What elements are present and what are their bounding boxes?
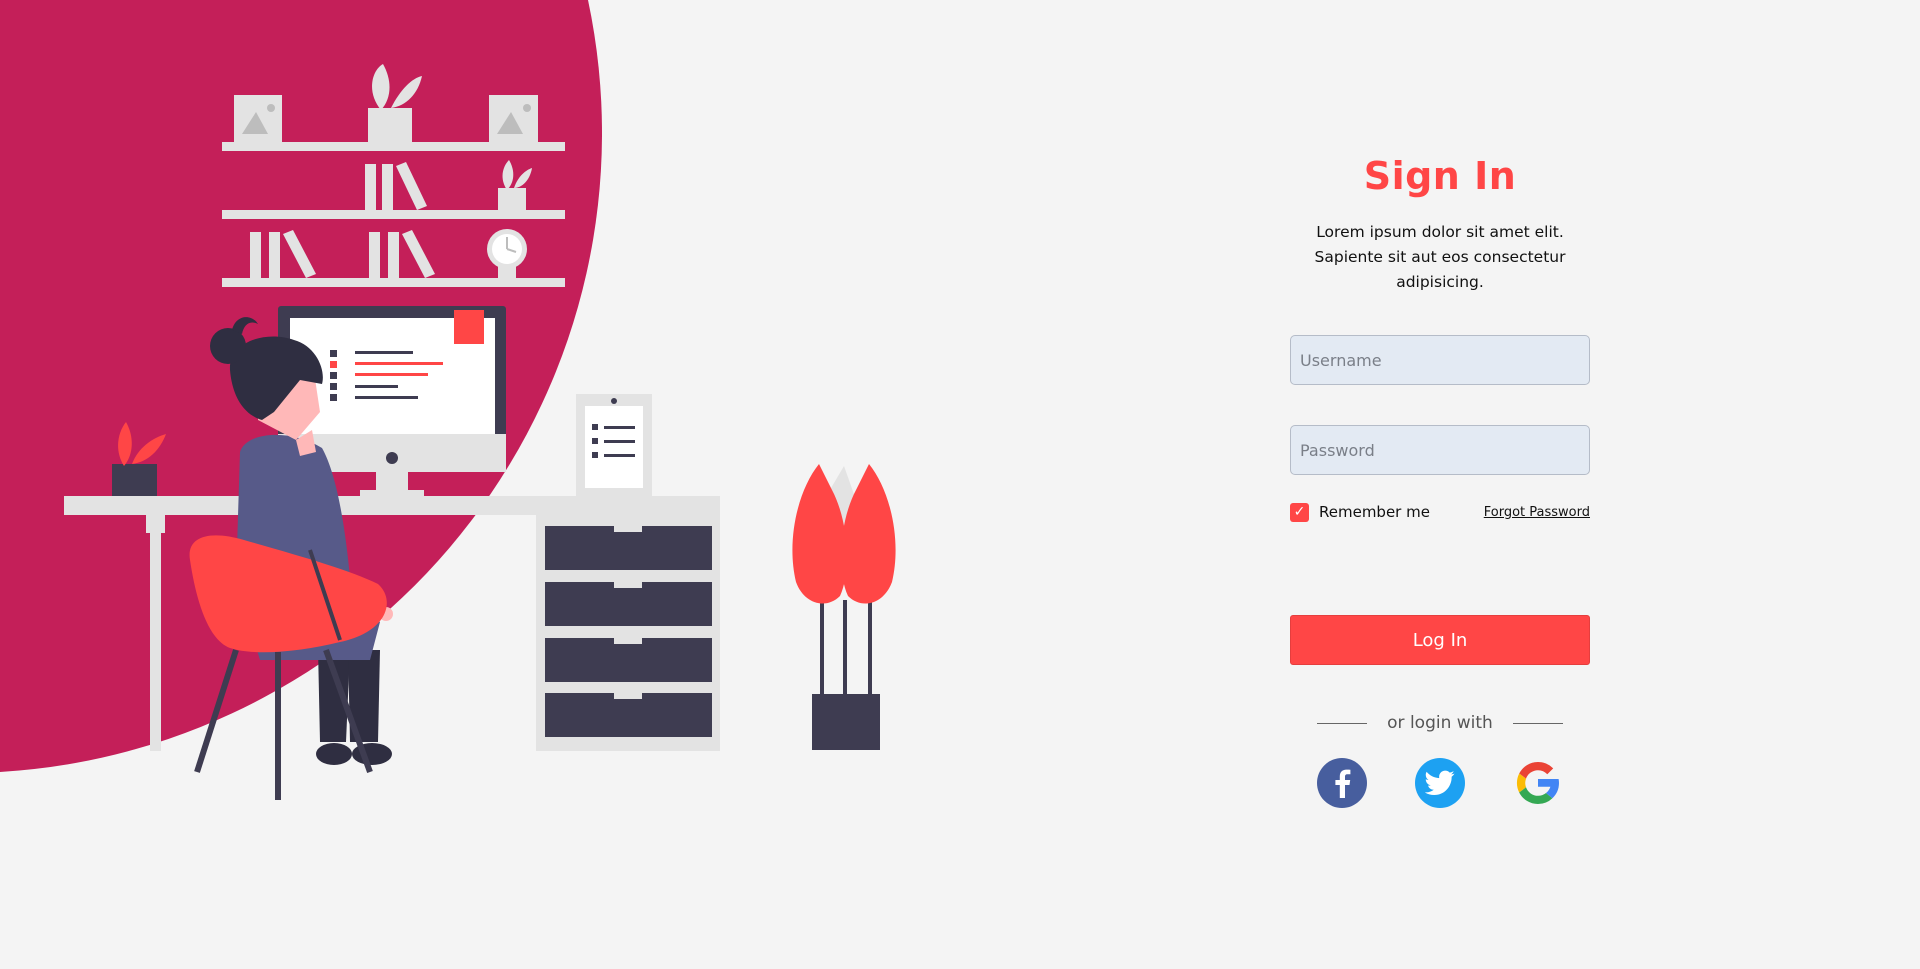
social-divider: or login with bbox=[1290, 713, 1590, 733]
subtitle-text: Lorem ipsum dolor sit amet elit. Sapient… bbox=[1314, 223, 1566, 291]
login-options-row: ✓ Remember me Forgot Password bbox=[1290, 502, 1590, 522]
login-button[interactable]: Log In bbox=[1290, 615, 1590, 665]
remember-me-label: Remember me bbox=[1319, 503, 1430, 521]
twitter-icon bbox=[1425, 770, 1455, 795]
password-input[interactable] bbox=[1290, 425, 1590, 475]
social-login-row bbox=[1290, 758, 1590, 808]
page-title: Sign In bbox=[1363, 154, 1517, 198]
facebook-login-button[interactable] bbox=[1317, 758, 1367, 808]
office-illustration bbox=[0, 0, 896, 800]
google-icon bbox=[1516, 761, 1559, 805]
forgot-password-link[interactable]: Forgot Password bbox=[1484, 505, 1590, 520]
google-login-button[interactable] bbox=[1513, 758, 1563, 808]
check-icon: ✓ bbox=[1293, 503, 1306, 520]
username-input[interactable] bbox=[1290, 335, 1590, 385]
clipboard bbox=[576, 394, 652, 498]
facebook-icon bbox=[1335, 769, 1351, 798]
twitter-login-button[interactable] bbox=[1415, 758, 1465, 808]
divider-line-right bbox=[1512, 722, 1563, 724]
floor-plant bbox=[792, 464, 896, 750]
divider-line-left bbox=[1317, 722, 1368, 724]
login-panel: Sign In Lorem ipsum dolor sit amet elit.… bbox=[1290, 150, 1590, 808]
remember-me-checkbox[interactable]: ✓ bbox=[1290, 502, 1309, 522]
divider-text: or login with bbox=[1387, 713, 1493, 733]
remember-me-toggle[interactable]: ✓ Remember me bbox=[1290, 502, 1430, 522]
